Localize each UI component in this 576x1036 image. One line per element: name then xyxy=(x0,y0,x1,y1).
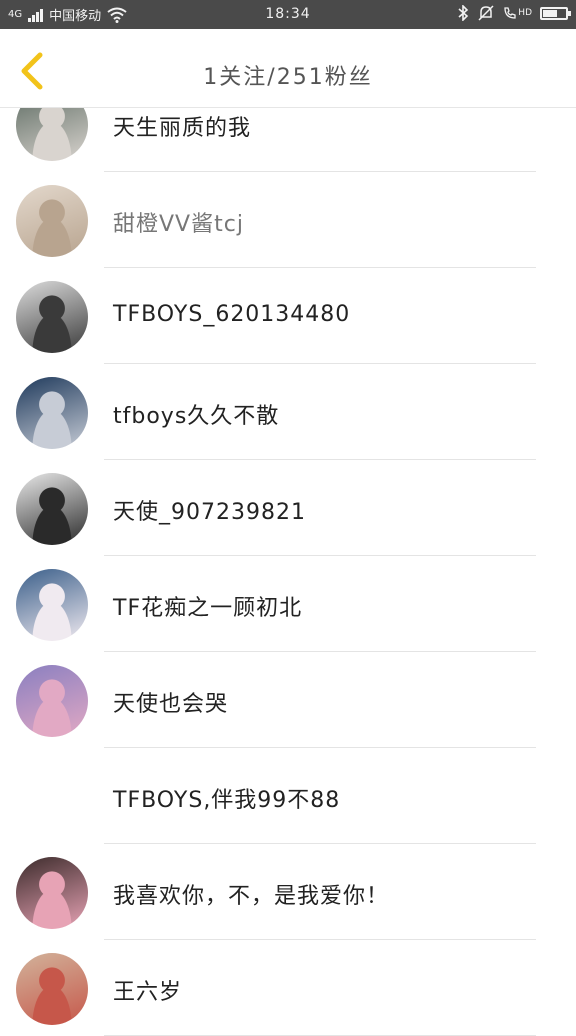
follower-item[interactable]: TFBOYS,伴我99不88 xyxy=(0,748,576,844)
follower-name: TFBOYS,伴我99不88 xyxy=(113,788,341,813)
follower-item[interactable]: 天使也会哭 xyxy=(0,652,576,748)
follower-item[interactable]: 我喜欢你，不，是我爱你！ xyxy=(0,844,576,940)
follower-item[interactable]: TFBOYS_620134480 xyxy=(0,268,576,364)
follower-name: 天使也会哭 xyxy=(113,692,229,717)
avatar[interactable] xyxy=(16,281,88,353)
follower-name: tfboys久久不散 xyxy=(113,404,280,429)
hd-call-icon: HD xyxy=(503,6,532,20)
follower-name: 天使_907239821 xyxy=(113,500,306,525)
follower-item[interactable]: tfboys久久不散 xyxy=(0,364,576,460)
follower-name: TF花痴之一顾初北 xyxy=(113,596,303,621)
follower-name: 王六岁 xyxy=(113,980,183,1005)
avatar[interactable] xyxy=(16,953,88,1025)
follower-item[interactable]: TF花痴之一顾初北 xyxy=(0,556,576,652)
follower-item[interactable]: 甜橙VV酱tcj xyxy=(0,172,576,268)
avatar[interactable] xyxy=(16,377,88,449)
avatar[interactable] xyxy=(16,665,88,737)
follower-name: 我喜欢你，不，是我爱你！ xyxy=(113,884,390,909)
battery-icon xyxy=(540,6,571,20)
avatar[interactable] xyxy=(16,857,88,929)
follower-item[interactable]: 王六岁 xyxy=(0,940,576,1036)
bluetooth-icon xyxy=(458,5,469,21)
follower-name: 天生丽质的我 xyxy=(113,116,252,141)
page-title: 1关注/251粉丝 xyxy=(203,65,373,90)
status-right: HD xyxy=(457,5,571,21)
avatar[interactable] xyxy=(16,473,88,545)
follower-item[interactable]: 天使_907239821 xyxy=(0,460,576,556)
status-bar: 4G 中国移动 18:34 HD xyxy=(0,0,576,29)
follower-name: 甜橙VV酱tcj xyxy=(113,212,244,237)
mute-bell-icon xyxy=(478,5,494,21)
avatar[interactable] xyxy=(16,569,88,641)
hd-label: HD xyxy=(518,8,532,18)
follower-name: TFBOYS_620134480 xyxy=(113,302,351,327)
avatar[interactable] xyxy=(16,185,88,257)
header-bar: 1关注/251粉丝 xyxy=(0,29,576,108)
